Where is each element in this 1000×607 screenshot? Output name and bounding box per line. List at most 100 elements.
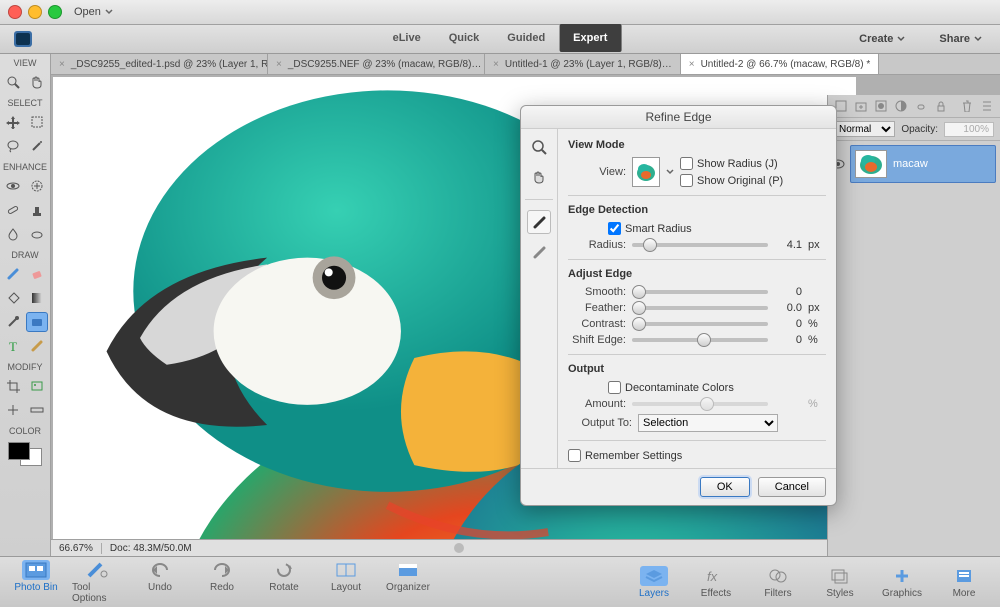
close-tab-icon[interactable]: × (59, 59, 65, 70)
redo-button[interactable]: Redo (196, 560, 248, 604)
new-group-button[interactable] (854, 99, 868, 113)
doc-size-readout[interactable]: Doc: 48.3M/50.0M (101, 543, 200, 554)
radius-slider[interactable] (632, 243, 768, 247)
opacity-field[interactable]: 100% (944, 122, 994, 137)
scroll-thumb[interactable] (454, 543, 464, 553)
layer-row[interactable]: macaw (850, 145, 996, 183)
panel-menu-button[interactable] (980, 99, 994, 113)
link-button[interactable] (914, 99, 928, 113)
sponge-tool[interactable] (26, 224, 48, 244)
remember-settings-checkbox[interactable]: Remember Settings (568, 449, 826, 462)
redeye-tool[interactable] (2, 176, 24, 196)
wand-tool[interactable] (26, 136, 48, 156)
heal-tool[interactable] (2, 200, 24, 220)
lasso-tool[interactable] (2, 136, 24, 156)
close-window-button[interactable] (8, 5, 22, 19)
lock-button[interactable] (934, 99, 948, 113)
mask-button[interactable] (874, 99, 888, 113)
open-menu[interactable]: Open (74, 6, 113, 18)
filters-panel-button[interactable]: Filters (752, 566, 804, 599)
chevron-down-icon[interactable] (666, 168, 674, 176)
clone-tool[interactable] (26, 200, 48, 220)
crop-tool[interactable] (2, 376, 24, 396)
styles-panel-button[interactable]: Styles (814, 566, 866, 599)
close-tab-icon[interactable]: × (689, 59, 695, 70)
smart-radius-checkbox[interactable]: Smart Radius (608, 222, 692, 235)
zoom-tool-button[interactable] (527, 135, 551, 159)
ps-icon (14, 31, 32, 47)
more-panel-button[interactable]: More (938, 566, 990, 599)
undo-button[interactable]: Undo (134, 560, 186, 604)
view-thumbnail-button[interactable] (632, 157, 660, 187)
layer-name[interactable]: macaw (893, 158, 928, 170)
create-menu[interactable]: Create (853, 28, 915, 50)
color-swatches[interactable] (8, 442, 42, 466)
canvas-area[interactable]: 66.67% Doc: 48.3M/50.0M (51, 75, 1000, 556)
organizer-button[interactable]: Organizer (382, 560, 434, 604)
zoom-tool[interactable] (2, 72, 24, 92)
hand-tool[interactable] (26, 72, 48, 92)
edit-photoshop-button[interactable] (8, 28, 42, 50)
adjustment-button[interactable] (894, 99, 908, 113)
eyedropper-tool[interactable] (2, 312, 24, 332)
rotate-button[interactable]: Rotate (258, 560, 310, 604)
share-menu[interactable]: Share (933, 28, 992, 50)
document-tab[interactable]: ×Untitled-2 @ 66.7% (macaw, RGB/8) * (681, 54, 880, 74)
blend-mode-select[interactable]: Normal (834, 121, 895, 137)
layout-button[interactable]: Layout (320, 560, 372, 604)
output-to-select[interactable]: Selection (638, 414, 778, 432)
smooth-slider[interactable] (632, 290, 768, 294)
mode-elive[interactable]: eLive (379, 24, 435, 52)
shift-edge-slider[interactable] (632, 338, 768, 342)
show-radius-checkbox[interactable]: Show Radius (J) (680, 157, 826, 170)
move-tool[interactable] (2, 112, 24, 132)
pencil-tool[interactable] (26, 336, 48, 356)
layer-thumbnail[interactable] (855, 150, 887, 178)
teeth-tool[interactable] (26, 176, 48, 196)
feather-slider[interactable] (632, 306, 768, 310)
close-tab-icon[interactable]: × (493, 59, 499, 70)
recompose-tool[interactable] (26, 376, 48, 396)
refine-brush-button[interactable] (527, 210, 551, 234)
gradient-tool[interactable] (26, 288, 48, 308)
foreground-color-swatch[interactable] (8, 442, 30, 460)
blur-tool[interactable] (2, 224, 24, 244)
content-aware-tool[interactable] (2, 400, 24, 420)
close-tab-icon[interactable]: × (276, 59, 282, 70)
contrast-value[interactable]: 0 (774, 318, 802, 330)
minimize-window-button[interactable] (28, 5, 42, 19)
zoom-readout[interactable]: 66.67% (51, 543, 101, 554)
eraser-tool[interactable] (26, 264, 48, 284)
effects-panel-button[interactable]: fxEffects (690, 566, 742, 599)
photo-bin-button[interactable]: Photo Bin (10, 560, 62, 604)
graphics-panel-button[interactable]: Graphics (876, 566, 928, 599)
decontaminate-checkbox[interactable]: Decontaminate Colors (608, 381, 734, 394)
feather-value[interactable]: 0.0 (774, 302, 802, 314)
show-original-checkbox[interactable]: Show Original (P) (680, 174, 826, 187)
mode-guided[interactable]: Guided (493, 24, 559, 52)
marquee-tool[interactable] (26, 112, 48, 132)
contrast-slider[interactable] (632, 322, 768, 326)
shift-edge-value[interactable]: 0 (774, 334, 802, 346)
shape-tool[interactable] (26, 312, 48, 332)
erase-brush-button[interactable] (527, 240, 551, 264)
document-tab[interactable]: ×Untitled-1 @ 23% (Layer 1, RGB/8)… (485, 54, 681, 74)
document-tab[interactable]: ×_DSC9255_edited-1.psd @ 23% (Layer 1, R… (51, 54, 268, 74)
document-tab[interactable]: ×_DSC9255.NEF @ 23% (macaw, RGB/8)… (268, 54, 485, 74)
fill-tool[interactable] (2, 288, 24, 308)
straighten-tool[interactable] (26, 400, 48, 420)
ok-button[interactable]: OK (700, 477, 750, 497)
layers-panel-button[interactable]: Layers (628, 566, 680, 599)
smooth-value[interactable]: 0 (774, 286, 802, 298)
tool-options-button[interactable]: Tool Options (72, 560, 124, 604)
radius-value[interactable]: 4.1 (774, 239, 802, 251)
hand-tool-button[interactable] (527, 165, 551, 189)
cancel-button[interactable]: Cancel (758, 477, 826, 497)
dialog-title[interactable]: Refine Edge (521, 106, 836, 129)
mode-expert[interactable]: Expert (559, 24, 621, 52)
mode-quick[interactable]: Quick (435, 24, 494, 52)
maximize-window-button[interactable] (48, 5, 62, 19)
delete-layer-button[interactable] (960, 99, 974, 113)
type-tool[interactable]: T (2, 336, 24, 356)
brush-tool[interactable] (2, 264, 24, 284)
